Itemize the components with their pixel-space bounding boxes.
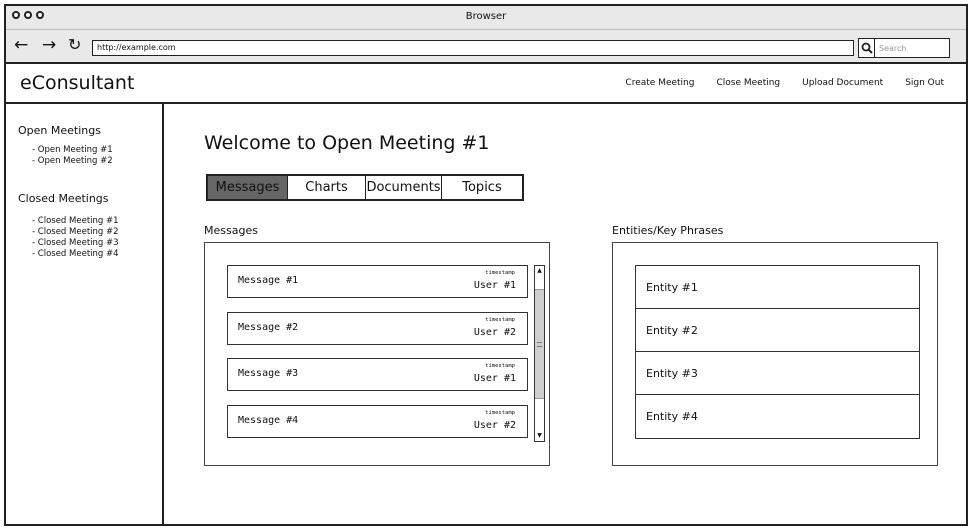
browser-window: Browser ← → ↻ http://example.com Search … — [4, 4, 968, 526]
message-text: Message #3 — [238, 368, 299, 379]
entity-item[interactable]: Entity #2 — [636, 309, 919, 352]
reload-icon[interactable]: ↻ — [68, 35, 81, 55]
messages-section-label: Messages — [204, 224, 258, 237]
sidebar: Open Meetings - Open Meeting #1 - Open M… — [6, 104, 164, 526]
entity-item[interactable]: Entity #1 — [636, 266, 919, 309]
scrollbar-thumb[interactable] — [535, 289, 544, 399]
create-meeting-link[interactable]: Create Meeting — [625, 78, 694, 88]
tab-messages[interactable]: Messages — [208, 176, 288, 199]
message-timestamp: timestamp — [485, 317, 515, 323]
message-text: Message #2 — [238, 322, 299, 333]
scrollbar-grip-icon — [537, 342, 542, 347]
tab-bar: Messages Charts Documents Topics — [206, 174, 524, 201]
message-item[interactable]: Message #3 timestamp User #1 — [227, 358, 528, 391]
entities-section-label: Entities/Key Phrases — [612, 224, 724, 237]
tab-topics[interactable]: Topics — [442, 176, 522, 199]
close-meeting-link[interactable]: Close Meeting — [716, 78, 780, 88]
entities-panel: Entity #1 Entity #2 Entity #3 Entity #4 — [612, 242, 938, 466]
sign-out-link[interactable]: Sign Out — [905, 78, 944, 88]
message-user: User #1 — [473, 280, 516, 291]
entity-item[interactable]: Entity #3 — [636, 352, 919, 395]
scroll-up-arrow-icon[interactable]: ▲ — [535, 266, 544, 276]
upload-document-link[interactable]: Upload Document — [802, 78, 883, 88]
browser-navbar: ← → ↻ http://example.com Search — [6, 30, 966, 64]
address-bar[interactable]: http://example.com — [92, 40, 854, 56]
sidebar-item-closed-meeting-1[interactable]: - Closed Meeting #1 — [32, 216, 119, 227]
sidebar-item-open-meeting-1[interactable]: - Open Meeting #1 — [32, 145, 113, 156]
message-user: User #1 — [473, 373, 516, 384]
title-bar: Browser — [6, 6, 966, 30]
messages-scrollbar[interactable]: ▲ ▼ — [534, 265, 545, 442]
message-text: Message #4 — [238, 415, 299, 426]
closed-meetings-heading: Closed Meetings — [18, 192, 109, 205]
brand-logo[interactable]: eConsultant — [20, 72, 134, 94]
message-item[interactable]: Message #4 timestamp User #2 — [227, 405, 528, 438]
scroll-down-arrow-icon[interactable]: ▼ — [535, 431, 544, 441]
sidebar-item-open-meeting-2[interactable]: - Open Meeting #2 — [32, 156, 113, 167]
back-arrow-icon[interactable]: ← — [14, 35, 28, 55]
open-meetings-heading: Open Meetings — [18, 124, 101, 137]
sidebar-item-closed-meeting-2[interactable]: - Closed Meeting #2 — [32, 227, 119, 238]
message-item[interactable]: Message #1 timestamp User #1 — [227, 265, 528, 298]
message-user: User #2 — [473, 327, 516, 338]
search-icon[interactable] — [859, 39, 875, 57]
entity-item[interactable]: Entity #4 — [636, 395, 919, 438]
message-timestamp: timestamp — [485, 270, 515, 276]
entities-list: Entity #1 Entity #2 Entity #3 Entity #4 — [635, 265, 920, 439]
search-placeholder: Search — [879, 43, 907, 53]
app-header: eConsultant Create Meeting Close Meeting… — [6, 64, 966, 104]
forward-arrow-icon[interactable]: → — [42, 35, 56, 55]
message-item[interactable]: Message #2 timestamp User #2 — [227, 312, 528, 345]
sidebar-item-closed-meeting-3[interactable]: - Closed Meeting #3 — [32, 238, 119, 249]
page-title: Welcome to Open Meeting #1 — [204, 132, 490, 154]
tab-documents[interactable]: Documents — [366, 176, 442, 199]
closed-meetings-list: - Closed Meeting #1 - Closed Meeting #2 … — [32, 216, 119, 260]
message-timestamp: timestamp — [485, 363, 515, 369]
browser-search-box[interactable]: Search — [858, 38, 950, 58]
tab-charts[interactable]: Charts — [288, 176, 366, 199]
message-text: Message #1 — [238, 275, 299, 286]
open-meetings-list: - Open Meeting #1 - Open Meeting #2 — [32, 145, 113, 167]
messages-panel: Message #1 timestamp User #1 Message #2 … — [204, 242, 550, 466]
message-timestamp: timestamp — [485, 410, 515, 416]
message-user: User #2 — [473, 420, 516, 431]
top-nav: Create Meeting Close Meeting Upload Docu… — [625, 78, 944, 88]
window-title: Browser — [465, 11, 507, 22]
sidebar-item-closed-meeting-4[interactable]: - Closed Meeting #4 — [32, 249, 119, 260]
